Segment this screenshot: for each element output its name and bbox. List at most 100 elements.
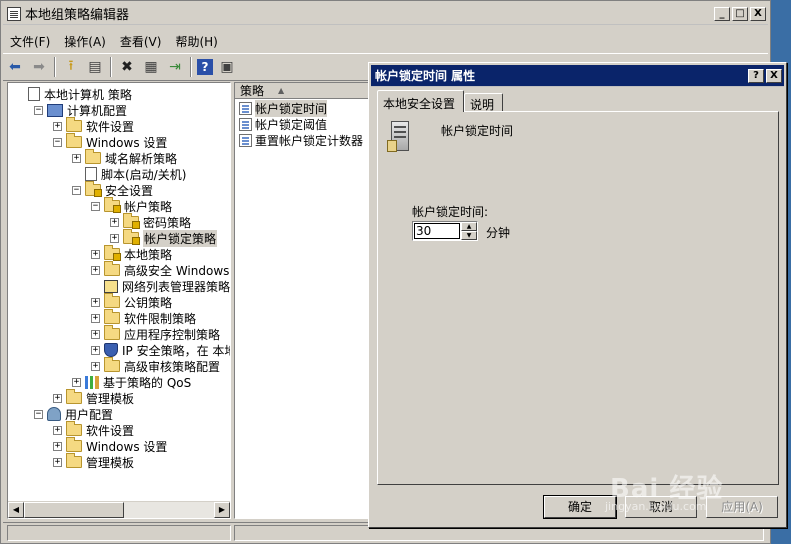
document-icon	[85, 167, 97, 181]
expand-icon[interactable]: +	[72, 377, 81, 387]
tree-item[interactable]: + IP 安全策略，在 本地	[91, 342, 231, 358]
locked-folder-icon	[104, 197, 121, 213]
list-item[interactable]: 帐户锁定阈值	[239, 116, 327, 132]
expand-icon[interactable]: +	[91, 361, 100, 371]
scroll-right-button[interactable]: ▶	[214, 502, 230, 518]
maximize-button[interactable]: □	[732, 6, 748, 21]
export-icon[interactable]: ⇥	[165, 57, 185, 77]
forward-icon[interactable]: ➡	[29, 57, 49, 77]
list-item-label: 帐户锁定阈值	[255, 117, 328, 132]
dialog-title: 帐户锁定时间 属性	[375, 69, 476, 83]
tree-item-label: IP 安全策略，在 本地	[122, 343, 231, 358]
collapse-icon[interactable]: −	[34, 409, 43, 419]
collapse-icon[interactable]: −	[53, 137, 62, 147]
expand-icon[interactable]: +	[91, 265, 100, 275]
tree-item[interactable]: + 公钥策略	[91, 293, 172, 310]
tree-item[interactable]: + 密码策略	[110, 213, 191, 230]
tree-item[interactable]: + 软件限制策略	[91, 309, 196, 326]
tree-item[interactable]: − 安全设置	[72, 181, 153, 198]
expand-icon[interactable]: +	[53, 425, 62, 435]
expand-icon[interactable]: +	[110, 233, 119, 243]
view-icon[interactable]: ▣	[217, 57, 237, 77]
tree-item[interactable]: − 帐户策略	[91, 197, 172, 214]
scroll-thumb[interactable]	[24, 502, 124, 518]
tree-item[interactable]: + 管理模板	[53, 389, 135, 406]
expand-icon[interactable]: +	[91, 249, 100, 259]
expand-icon[interactable]: +	[72, 153, 81, 163]
tree-item[interactable]: + 软件设置	[53, 421, 134, 438]
tree-item[interactable]: + 高级审核策略配置	[91, 357, 220, 374]
tree-item[interactable]: − Windows 设置	[53, 133, 167, 150]
tree-item-label: 域名解析策略	[105, 151, 178, 166]
expand-icon[interactable]: +	[91, 345, 100, 355]
menu-file[interactable]: 文件(F)	[3, 33, 57, 50]
tree-item[interactable]: 本地计算机 策略	[15, 86, 132, 102]
expand-icon[interactable]: +	[53, 457, 62, 467]
document-icon	[28, 87, 40, 101]
tree-item-label: 高级安全 Windows 防火	[124, 263, 230, 278]
toolbar-separator	[54, 57, 56, 77]
app-icon	[7, 6, 21, 21]
menu-view[interactable]: 查看(V)	[113, 33, 169, 50]
expand-icon[interactable]: +	[91, 297, 100, 307]
expand-icon[interactable]: +	[53, 441, 62, 451]
folder-icon	[104, 325, 120, 340]
expand-icon[interactable]: +	[53, 121, 62, 131]
delete-icon[interactable]: ✖	[117, 57, 137, 77]
tab-explain[interactable]: 说明	[464, 93, 504, 112]
main-title-bar[interactable]: 本地组策略编辑器 _ □ X	[3, 3, 768, 25]
list-item[interactable]: 帐户锁定时间	[239, 99, 328, 117]
scroll-left-button[interactable]: ◀	[8, 502, 24, 518]
toolbar-separator	[110, 57, 112, 77]
tree-item[interactable]: + 本地策略	[91, 245, 173, 262]
dialog-title-bar[interactable]: 帐户锁定时间 属性 ? X	[371, 65, 784, 87]
minimize-button[interactable]: _	[714, 6, 730, 21]
tree-item[interactable]: + 域名解析策略	[72, 149, 178, 166]
policy-icon	[239, 101, 252, 115]
tree-horizontal-scrollbar[interactable]: ◀ ▶	[8, 501, 230, 518]
folder-icon	[104, 261, 120, 276]
properties-icon[interactable]: ▦	[141, 57, 161, 77]
tree-item[interactable]: 脚本(启动/关机)	[72, 166, 186, 182]
spin-up-icon[interactable]: ▲	[461, 222, 477, 231]
lockout-duration-input[interactable]	[414, 223, 460, 239]
expand-icon[interactable]: +	[91, 313, 100, 323]
locked-folder-icon	[85, 181, 102, 197]
tree-item[interactable]: + 高级安全 Windows 防火	[91, 261, 230, 278]
show-tree-icon[interactable]: ▤	[85, 57, 105, 77]
dialog-close-button[interactable]: X	[766, 68, 782, 83]
close-button[interactable]: X	[750, 6, 766, 21]
expand-icon[interactable]: +	[110, 217, 119, 227]
dialog-help-button[interactable]: ?	[748, 68, 764, 83]
tree-item[interactable]: 网络列表管理器策略	[91, 278, 230, 294]
expand-icon[interactable]: +	[53, 393, 62, 403]
tree-item-label: 管理模板	[86, 391, 135, 406]
lockout-duration-stepper[interactable]: ▲ ▼	[412, 221, 478, 241]
up-folder-icon[interactable]: ⭱	[61, 57, 81, 77]
collapse-icon[interactable]: −	[91, 201, 100, 211]
tab-local-security-setting[interactable]: 本地安全设置	[377, 90, 465, 112]
tree-item[interactable]: + 软件设置	[53, 117, 134, 134]
collapse-icon[interactable]: −	[34, 105, 43, 115]
tree-item-label: 网络列表管理器策略	[122, 279, 231, 294]
tree-item[interactable]: + 管理模板	[53, 453, 134, 470]
spin-down-icon[interactable]: ▼	[461, 231, 477, 240]
list-column-header[interactable]: 策略 ▲	[235, 83, 371, 99]
tree-item[interactable]: − 计算机配置	[34, 102, 127, 118]
help-icon[interactable]: ?	[197, 59, 213, 75]
policy-title: 帐户锁定时间	[441, 124, 514, 138]
tree-pane[interactable]: 本地计算机 策略 − 计算机配置 + 软件设置 − Windows 设置 + 域名解析策略 脚本(…	[7, 82, 231, 519]
tree-item[interactable]: + 基于策略的 QoS	[72, 374, 191, 390]
tree-item-label: 本地策略	[124, 247, 173, 262]
menu-action[interactable]: 操作(A)	[57, 33, 113, 50]
expand-icon[interactable]: +	[91, 329, 100, 339]
collapse-icon[interactable]: −	[72, 185, 81, 195]
tree-item[interactable]: + Windows 设置	[53, 437, 167, 454]
list-item[interactable]: 重置帐户锁定计数器	[239, 132, 363, 148]
menu-help[interactable]: 帮助(H)	[168, 33, 224, 50]
back-icon[interactable]: ⬅	[5, 57, 25, 77]
folder-icon	[66, 453, 82, 468]
tree-item[interactable]: + 应用程序控制策略	[91, 325, 220, 342]
tree-item[interactable]: − 用户配置	[34, 406, 113, 422]
tree-item[interactable]: + 帐户锁定策略	[110, 229, 218, 247]
